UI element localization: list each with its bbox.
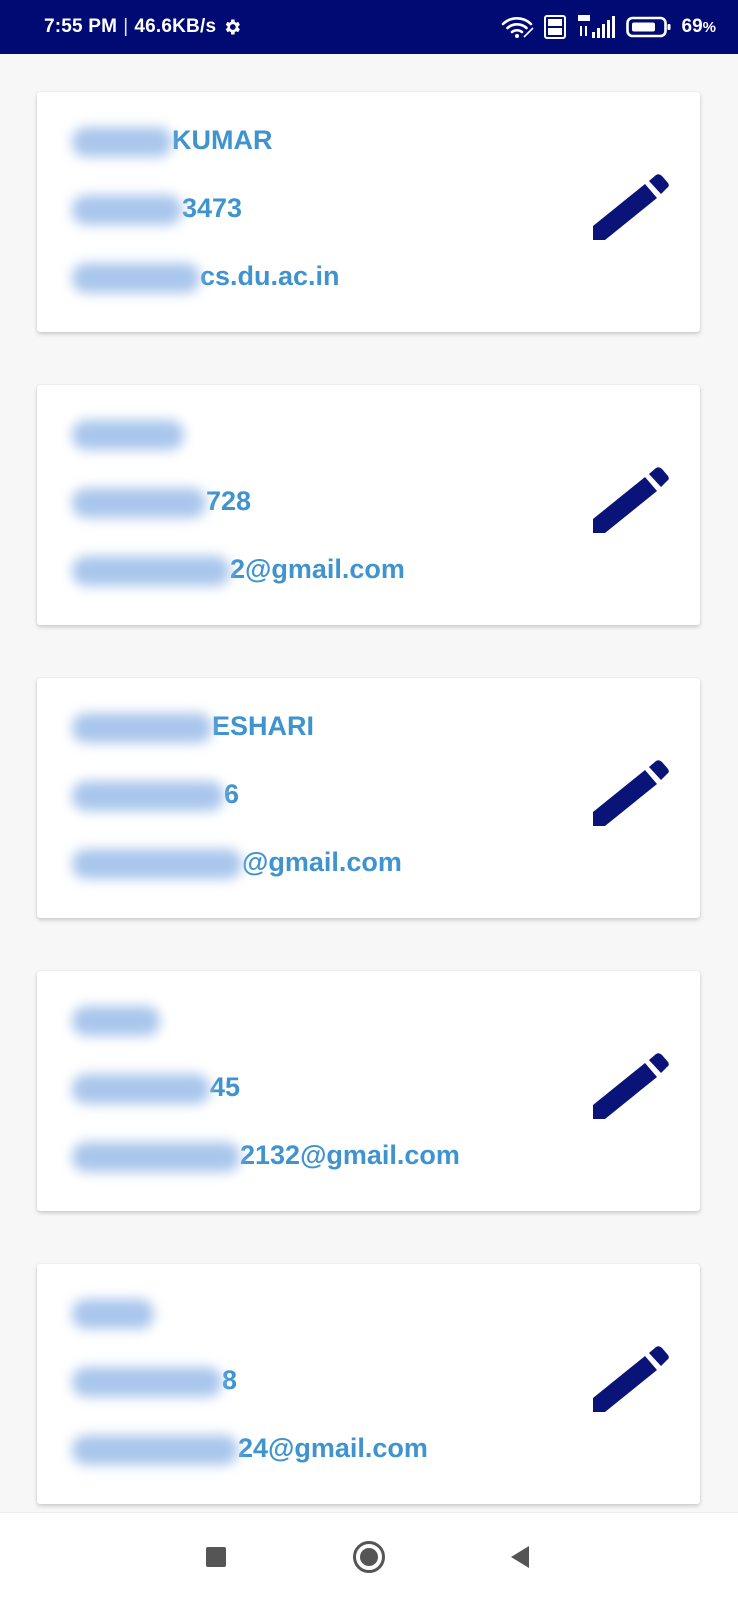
contact-email-text: @gmail.com xyxy=(242,847,402,877)
contact-email-text: cs.du.ac.in xyxy=(200,261,340,291)
status-left: 7:55 PM | 46.6KB/s xyxy=(44,16,242,38)
redacted-blur xyxy=(72,262,200,293)
contact-name xyxy=(72,999,160,1039)
contact-name-text: ESHARI xyxy=(212,711,315,741)
status-time: 7:55 PM xyxy=(44,16,118,37)
contact-card[interactable]: KUMAR 3473 cs.du.ac.in xyxy=(37,92,700,332)
redacted-blur xyxy=(72,1005,160,1036)
redacted-blur xyxy=(72,126,172,157)
redacted-blur xyxy=(72,419,184,450)
back-icon xyxy=(507,1544,533,1570)
contact-list[interactable]: KUMAR 3473 cs.du.ac.in 728 2@gmail.com E… xyxy=(0,54,738,1512)
contact-email: cs.du.ac.in xyxy=(72,256,340,296)
recents-icon xyxy=(204,1545,228,1569)
status-bar: 7:55 PM | 46.6KB/s 69% xyxy=(0,0,738,54)
contact-email-text: 24@gmail.com xyxy=(238,1433,428,1463)
edit-icon[interactable] xyxy=(590,1053,670,1123)
contact-phone: 6 xyxy=(72,774,239,814)
battery-icon xyxy=(625,15,672,39)
contact-name: KUMAR xyxy=(72,120,273,160)
contact-card[interactable]: 45 2132@gmail.com xyxy=(37,971,700,1211)
redacted-blur xyxy=(72,712,212,743)
recents-button[interactable] xyxy=(196,1537,236,1577)
contact-phone-text: 3473 xyxy=(182,193,243,223)
contact-name xyxy=(72,1292,154,1332)
contact-name: ESHARI xyxy=(72,706,314,746)
status-right: 69% xyxy=(500,14,716,40)
home-button[interactable] xyxy=(349,1537,389,1577)
edit-icon[interactable] xyxy=(590,1346,670,1416)
edit-icon[interactable] xyxy=(590,760,670,830)
contact-card[interactable]: 8 24@gmail.com xyxy=(37,1264,700,1504)
network-speed: 46.6KB/s xyxy=(134,16,217,37)
status-separator: | xyxy=(123,16,129,37)
contact-name xyxy=(72,413,184,453)
contact-phone: 728 xyxy=(72,481,251,521)
home-icon xyxy=(352,1540,386,1574)
battery-level: 69% xyxy=(682,16,716,38)
edit-icon[interactable] xyxy=(590,174,670,244)
contact-email-text: 2132@gmail.com xyxy=(240,1140,460,1170)
contact-phone: 45 xyxy=(72,1067,240,1107)
contact-phone: 8 xyxy=(72,1360,237,1400)
contact-email: @gmail.com xyxy=(72,842,402,882)
contact-phone-text: 45 xyxy=(210,1072,241,1102)
contact-phone-text: 6 xyxy=(224,779,240,809)
contact-email: 2132@gmail.com xyxy=(72,1135,460,1175)
back-button[interactable] xyxy=(500,1537,540,1577)
redacted-blur xyxy=(72,780,224,811)
contact-phone-text: 8 xyxy=(222,1365,238,1395)
redacted-blur xyxy=(72,487,206,518)
redacted-blur xyxy=(72,848,242,879)
gear-icon xyxy=(222,17,242,37)
contact-card[interactable]: ESHARI 6 @gmail.com xyxy=(37,678,700,918)
contact-card[interactable]: 728 2@gmail.com xyxy=(37,385,700,625)
wifi-icon xyxy=(500,15,534,39)
contact-email-text: 2@gmail.com xyxy=(230,554,405,584)
contact-phone-text: 728 xyxy=(206,486,252,516)
redacted-blur xyxy=(72,194,182,225)
edit-icon[interactable] xyxy=(590,467,670,537)
contact-phone: 3473 xyxy=(72,188,242,228)
redacted-blur xyxy=(72,555,230,586)
battery-unit: % xyxy=(702,19,716,36)
contact-email: 2@gmail.com xyxy=(72,549,405,589)
redacted-blur xyxy=(72,1141,240,1172)
contact-email: 24@gmail.com xyxy=(72,1428,428,1468)
redacted-blur xyxy=(72,1366,222,1397)
battery-percent: 69 xyxy=(681,16,703,37)
contact-name-text: KUMAR xyxy=(172,125,273,155)
volte-icon xyxy=(543,15,566,39)
redacted-blur xyxy=(72,1298,154,1329)
signal-4g-icon xyxy=(576,14,616,40)
redacted-blur xyxy=(72,1073,210,1104)
redacted-blur xyxy=(72,1434,238,1465)
navigation-bar xyxy=(0,1512,738,1601)
